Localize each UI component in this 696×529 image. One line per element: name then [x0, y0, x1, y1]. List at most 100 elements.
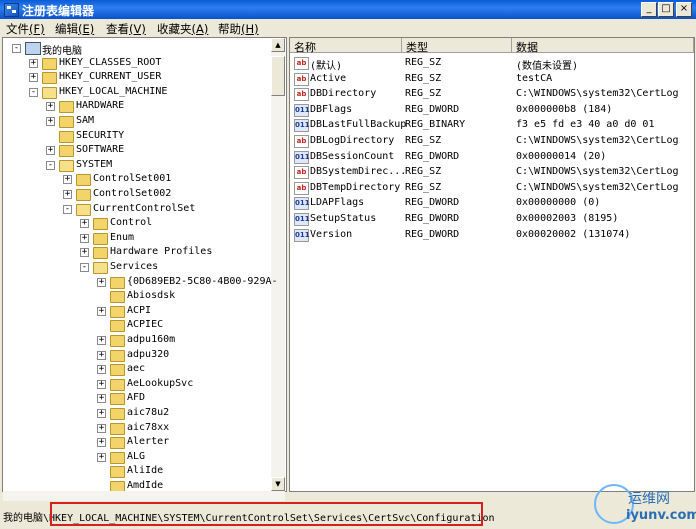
path-highlight-box	[50, 502, 483, 526]
expand-icon[interactable]: +	[97, 452, 106, 462]
menu-favorites[interactable]: 收藏夹(A)	[157, 21, 208, 37]
tree-node[interactable]: - HKEY_LOCAL_MACHINE	[3, 85, 269, 100]
column-header-data[interactable]: 数据	[512, 38, 694, 54]
value-row[interactable]: ab (默认) REG_SZ (数值未设置)	[290, 56, 694, 72]
registry-tree[interactable]: ▲ ▼ - 我的电脑 + HKEY_CLASSES_ROOT + HKEY_CURRENT…	[2, 37, 287, 492]
tree-node-label: HKEY_CLASSES_ROOT	[59, 56, 162, 68]
expand-icon[interactable]: +	[97, 394, 106, 404]
tree-node-label: ALG	[127, 450, 146, 462]
value-row[interactable]: ab DBLogDirectory REG_SZ C:\WINDOWS\system3…	[290, 134, 694, 149]
tree-node[interactable]: + HKEY_CLASSES_ROOT	[3, 56, 269, 71]
collapse-icon[interactable]: -	[46, 160, 55, 170]
expand-icon[interactable]: +	[80, 248, 89, 258]
value-type: REG_SZ	[405, 181, 442, 193]
expand-icon[interactable]: +	[63, 190, 72, 199]
expand-icon[interactable]: +	[29, 73, 38, 83]
scroll-thumb[interactable]	[271, 56, 285, 96]
tree-node[interactable]: + AFD	[3, 391, 269, 406]
value-row[interactable]: 011 Version REG_DWORD 0x00020002 (131074)	[290, 228, 694, 243]
folder-icon	[76, 174, 91, 187]
value-name: (默认)	[310, 61, 343, 72]
tree-node[interactable]: + Hardware Profiles	[3, 245, 269, 260]
expand-icon[interactable]: +	[97, 306, 106, 316]
tree-node[interactable]: + Enum	[3, 231, 269, 246]
tree-node[interactable]: + HARDWARE	[3, 99, 269, 114]
tree-node[interactable]: - 我的电脑	[3, 41, 269, 57]
tree-node[interactable]: - SYSTEM	[3, 158, 269, 173]
expand-icon[interactable]: +	[46, 117, 55, 126]
value-row[interactable]: ab DBDirectory REG_SZ C:\WINDOWS\system32\C…	[290, 87, 694, 102]
tree-node[interactable]: + ACPI	[3, 304, 269, 319]
menu-file[interactable]: 文件(F)	[6, 21, 45, 37]
tree-node[interactable]: ACPIEC	[3, 318, 269, 333]
tree-vertical-scrollbar[interactable]: ▲ ▼	[271, 38, 285, 491]
expand-icon[interactable]: +	[46, 146, 55, 156]
tree-node[interactable]: + Control	[3, 216, 269, 231]
minimize-button[interactable]: _	[641, 2, 657, 17]
tree-node[interactable]: SECURITY	[3, 129, 269, 144]
menu-help[interactable]: 帮助(H)	[218, 21, 259, 37]
expand-icon[interactable]: +	[80, 219, 89, 229]
value-row[interactable]: ab DBSystemDirec... REG_SZ C:\WINDOWS\syste…	[290, 165, 694, 180]
folder-open-icon	[93, 262, 108, 274]
expand-icon[interactable]: +	[97, 379, 106, 389]
collapse-icon[interactable]: -	[29, 87, 38, 97]
column-header-name[interactable]: 名称	[290, 38, 402, 54]
tree-node[interactable]: + {0D689EB2-5C80-4B00-929A-	[3, 275, 278, 290]
menu-edit[interactable]: 编辑(E)	[55, 21, 94, 37]
expand-icon[interactable]: +	[97, 438, 106, 448]
scroll-up-icon[interactable]: ▲	[271, 38, 285, 52]
value-name: Version	[310, 228, 353, 240]
tree-node[interactable]: + ControlSet001	[3, 172, 269, 187]
expand-icon[interactable]: +	[63, 175, 72, 185]
tree-node[interactable]: - Services	[3, 260, 269, 275]
tree-node[interactable]: + HKEY_CURRENT_USER	[3, 70, 269, 85]
tree-node[interactable]: AliIde	[3, 464, 269, 479]
menu-view[interactable]: 查看(V)	[106, 21, 146, 37]
value-row[interactable]: 011 DBSessionCount REG_DWORD 0x00000014 (20…	[290, 150, 694, 165]
expand-icon[interactable]: +	[97, 350, 106, 360]
tree-node[interactable]: + ALG	[3, 450, 269, 465]
value-row[interactable]: ab DBTempDirectory REG_SZ C:\WINDOWS\system…	[290, 181, 694, 196]
value-row[interactable]: 011 DBFlags REG_DWORD 0x000000b8 (184)	[290, 103, 694, 118]
tree-node-label: aic78u2	[127, 407, 170, 418]
tree-node[interactable]: + aec	[3, 362, 269, 377]
tree-node[interactable]: + adpu160m	[3, 333, 269, 348]
expand-icon[interactable]: +	[97, 365, 106, 375]
tree-horizontal-scrollbar[interactable]	[3, 491, 285, 501]
collapse-icon[interactable]: -	[63, 204, 72, 214]
tree-node-label: AFD	[127, 392, 146, 404]
value-row[interactable]: 011 SetupStatus REG_DWORD 0x00002003 (8195)	[290, 212, 694, 227]
tree-node-label: aic78xx	[127, 421, 170, 433]
close-button[interactable]: ×	[676, 2, 692, 17]
value-row[interactable]: ab Active REG_SZ testCA	[290, 72, 694, 87]
tree-node[interactable]: + aic78xx	[3, 421, 269, 436]
collapse-icon[interactable]: -	[80, 263, 89, 272]
value-type: REG_SZ	[405, 135, 442, 146]
value-row[interactable]: 011 DBLastFullBackup REG_BINARY f3 e5 fd e3…	[290, 118, 694, 133]
tree-node[interactable]: - CurrentControlSet	[3, 202, 269, 217]
collapse-icon[interactable]: -	[12, 44, 21, 53]
values-list[interactable]: 名称 类型 数据 ab (默认) REG_SZ (数值未设置) ab Active REG_…	[289, 37, 695, 492]
expand-icon[interactable]: +	[97, 277, 106, 287]
tree-node[interactable]: + SAM	[3, 114, 269, 129]
tree-node[interactable]: + aic78u2	[3, 406, 269, 421]
tree-node[interactable]: + ControlSet002	[3, 187, 269, 202]
column-header-type[interactable]: 类型	[402, 38, 512, 54]
tree-node[interactable]: + AeLookupSvc	[3, 377, 269, 392]
expand-icon[interactable]: +	[80, 233, 89, 243]
value-data: f3 e5 fd e3 40 a0 d0 01	[516, 119, 655, 131]
tree-node[interactable]: + SOFTWARE	[3, 143, 269, 158]
tree-node[interactable]: Abiosdsk	[3, 289, 269, 304]
expand-icon[interactable]: +	[29, 58, 38, 68]
tree-node[interactable]: + Alerter	[3, 435, 269, 450]
expand-icon[interactable]: +	[97, 423, 106, 433]
value-type: REG_DWORD	[405, 103, 460, 115]
expand-icon[interactable]: +	[97, 409, 106, 418]
expand-icon[interactable]: +	[97, 336, 106, 345]
maximize-button[interactable]: □	[658, 2, 674, 17]
value-row[interactable]: 011 LDAPFlags REG_DWORD 0x00000000 (0)	[290, 196, 694, 211]
expand-icon[interactable]: +	[46, 102, 55, 112]
tree-node[interactable]: + adpu320	[3, 348, 269, 363]
scroll-down-icon[interactable]: ▼	[271, 477, 285, 491]
